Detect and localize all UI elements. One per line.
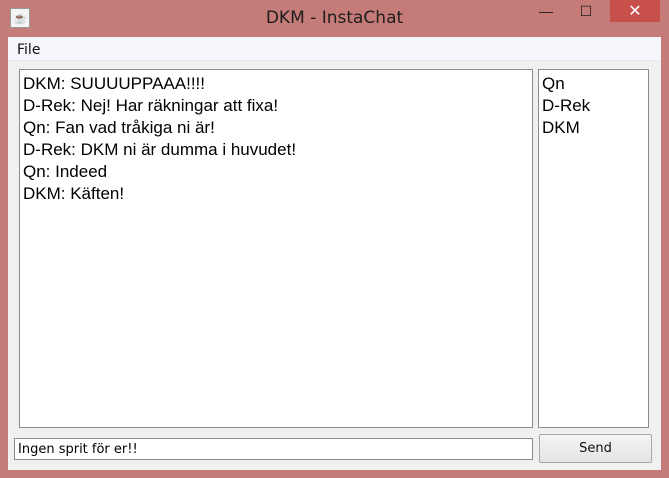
user-list-item[interactable]: Qn: [542, 73, 645, 95]
menu-bar: File: [8, 37, 661, 61]
message-input[interactable]: [14, 438, 533, 460]
title-bar[interactable]: ☕ DKM - InstaChat — ☐ ✕: [0, 0, 669, 36]
minimize-button[interactable]: —: [529, 0, 563, 22]
close-button[interactable]: ✕: [610, 0, 660, 22]
chat-message: Qn: Indeed: [23, 162, 108, 181]
user-list-item[interactable]: D-Rek: [542, 95, 645, 117]
chat-message: D-Rek: Nej! Har räkningar att fixa!: [23, 96, 279, 115]
chat-message: Qn: Fan vad tråkiga ni är!: [23, 118, 215, 137]
chat-message: D-Rek: DKM ni är dumma i huvudet!: [23, 140, 297, 159]
app-window: ☕ DKM - InstaChat — ☐ ✕ File DKM: SUUUUP…: [0, 0, 669, 478]
chat-message: DKM: Käften!: [23, 184, 125, 203]
user-list[interactable]: Qn D-Rek DKM: [538, 69, 649, 428]
chat-log[interactable]: DKM: SUUUUPPAAA!!!! D-Rek: Nej! Har räkn…: [19, 69, 533, 428]
chat-message: DKM: SUUUUPPAAA!!!!: [23, 74, 205, 93]
send-button[interactable]: Send: [539, 434, 652, 463]
user-list-item[interactable]: DKM: [542, 117, 645, 139]
client-area: File DKM: SUUUUPPAAA!!!! D-Rek: Nej! Har…: [8, 37, 661, 470]
maximize-button[interactable]: ☐: [569, 0, 603, 22]
menu-file[interactable]: File: [17, 42, 40, 58]
